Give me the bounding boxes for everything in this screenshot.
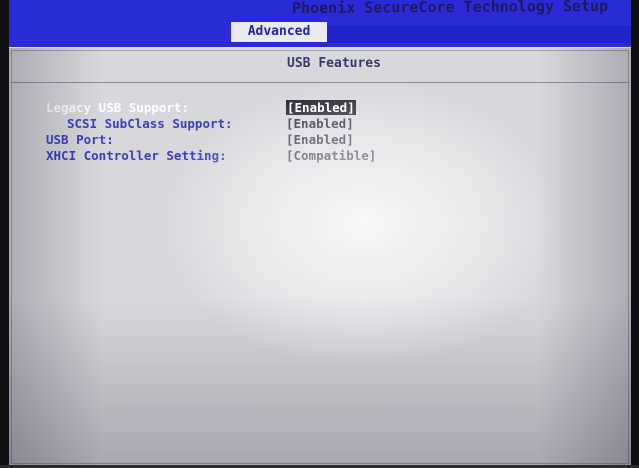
setting-label: Legacy USB Support: xyxy=(46,100,189,115)
setting-value-text: [Enabled] xyxy=(286,132,354,147)
settings-list: Legacy USB Support: [Enabled] SCSI SubCl… xyxy=(46,100,631,164)
setting-legacy-usb-support[interactable]: Legacy USB Support: [Enabled] xyxy=(46,100,631,116)
monitor-bezel-left xyxy=(0,0,9,468)
tab-strip xyxy=(327,26,631,43)
setting-label: XHCI Controller Setting: xyxy=(46,148,227,163)
setting-value-text: [Enabled] xyxy=(286,116,354,131)
setting-value-text: [Enabled] xyxy=(286,100,356,115)
setting-value[interactable]: [Compatible] xyxy=(286,148,376,164)
monitor-bezel-right xyxy=(631,0,639,468)
setting-value-text: [Compatible] xyxy=(286,148,377,163)
bios-title: Phoenix SecureCore Technology Setup xyxy=(291,0,609,18)
photo-frame: Phoenix SecureCore Technology Setup Adva… xyxy=(0,0,639,468)
setting-scsi-subclass-support[interactable]: SCSI SubClass Support: [Enabled] xyxy=(46,116,631,132)
setting-label: SCSI SubClass Support: xyxy=(67,116,233,131)
bios-screen: Phoenix SecureCore Technology Setup Adva… xyxy=(9,0,631,466)
setting-xhci-controller-setting[interactable]: XHCI Controller Setting: [Compatible] xyxy=(46,148,631,164)
setting-value[interactable]: [Enabled] xyxy=(286,100,356,116)
title-divider xyxy=(11,82,629,83)
setting-usb-port[interactable]: USB Port: [Enabled] xyxy=(46,132,631,148)
tab-advanced[interactable]: Advanced xyxy=(231,22,327,42)
page-title: USB Features xyxy=(287,56,381,71)
setting-value[interactable]: [Enabled] xyxy=(286,116,354,132)
setting-label: USB Port: xyxy=(46,132,114,147)
setting-value[interactable]: [Enabled] xyxy=(286,132,354,148)
